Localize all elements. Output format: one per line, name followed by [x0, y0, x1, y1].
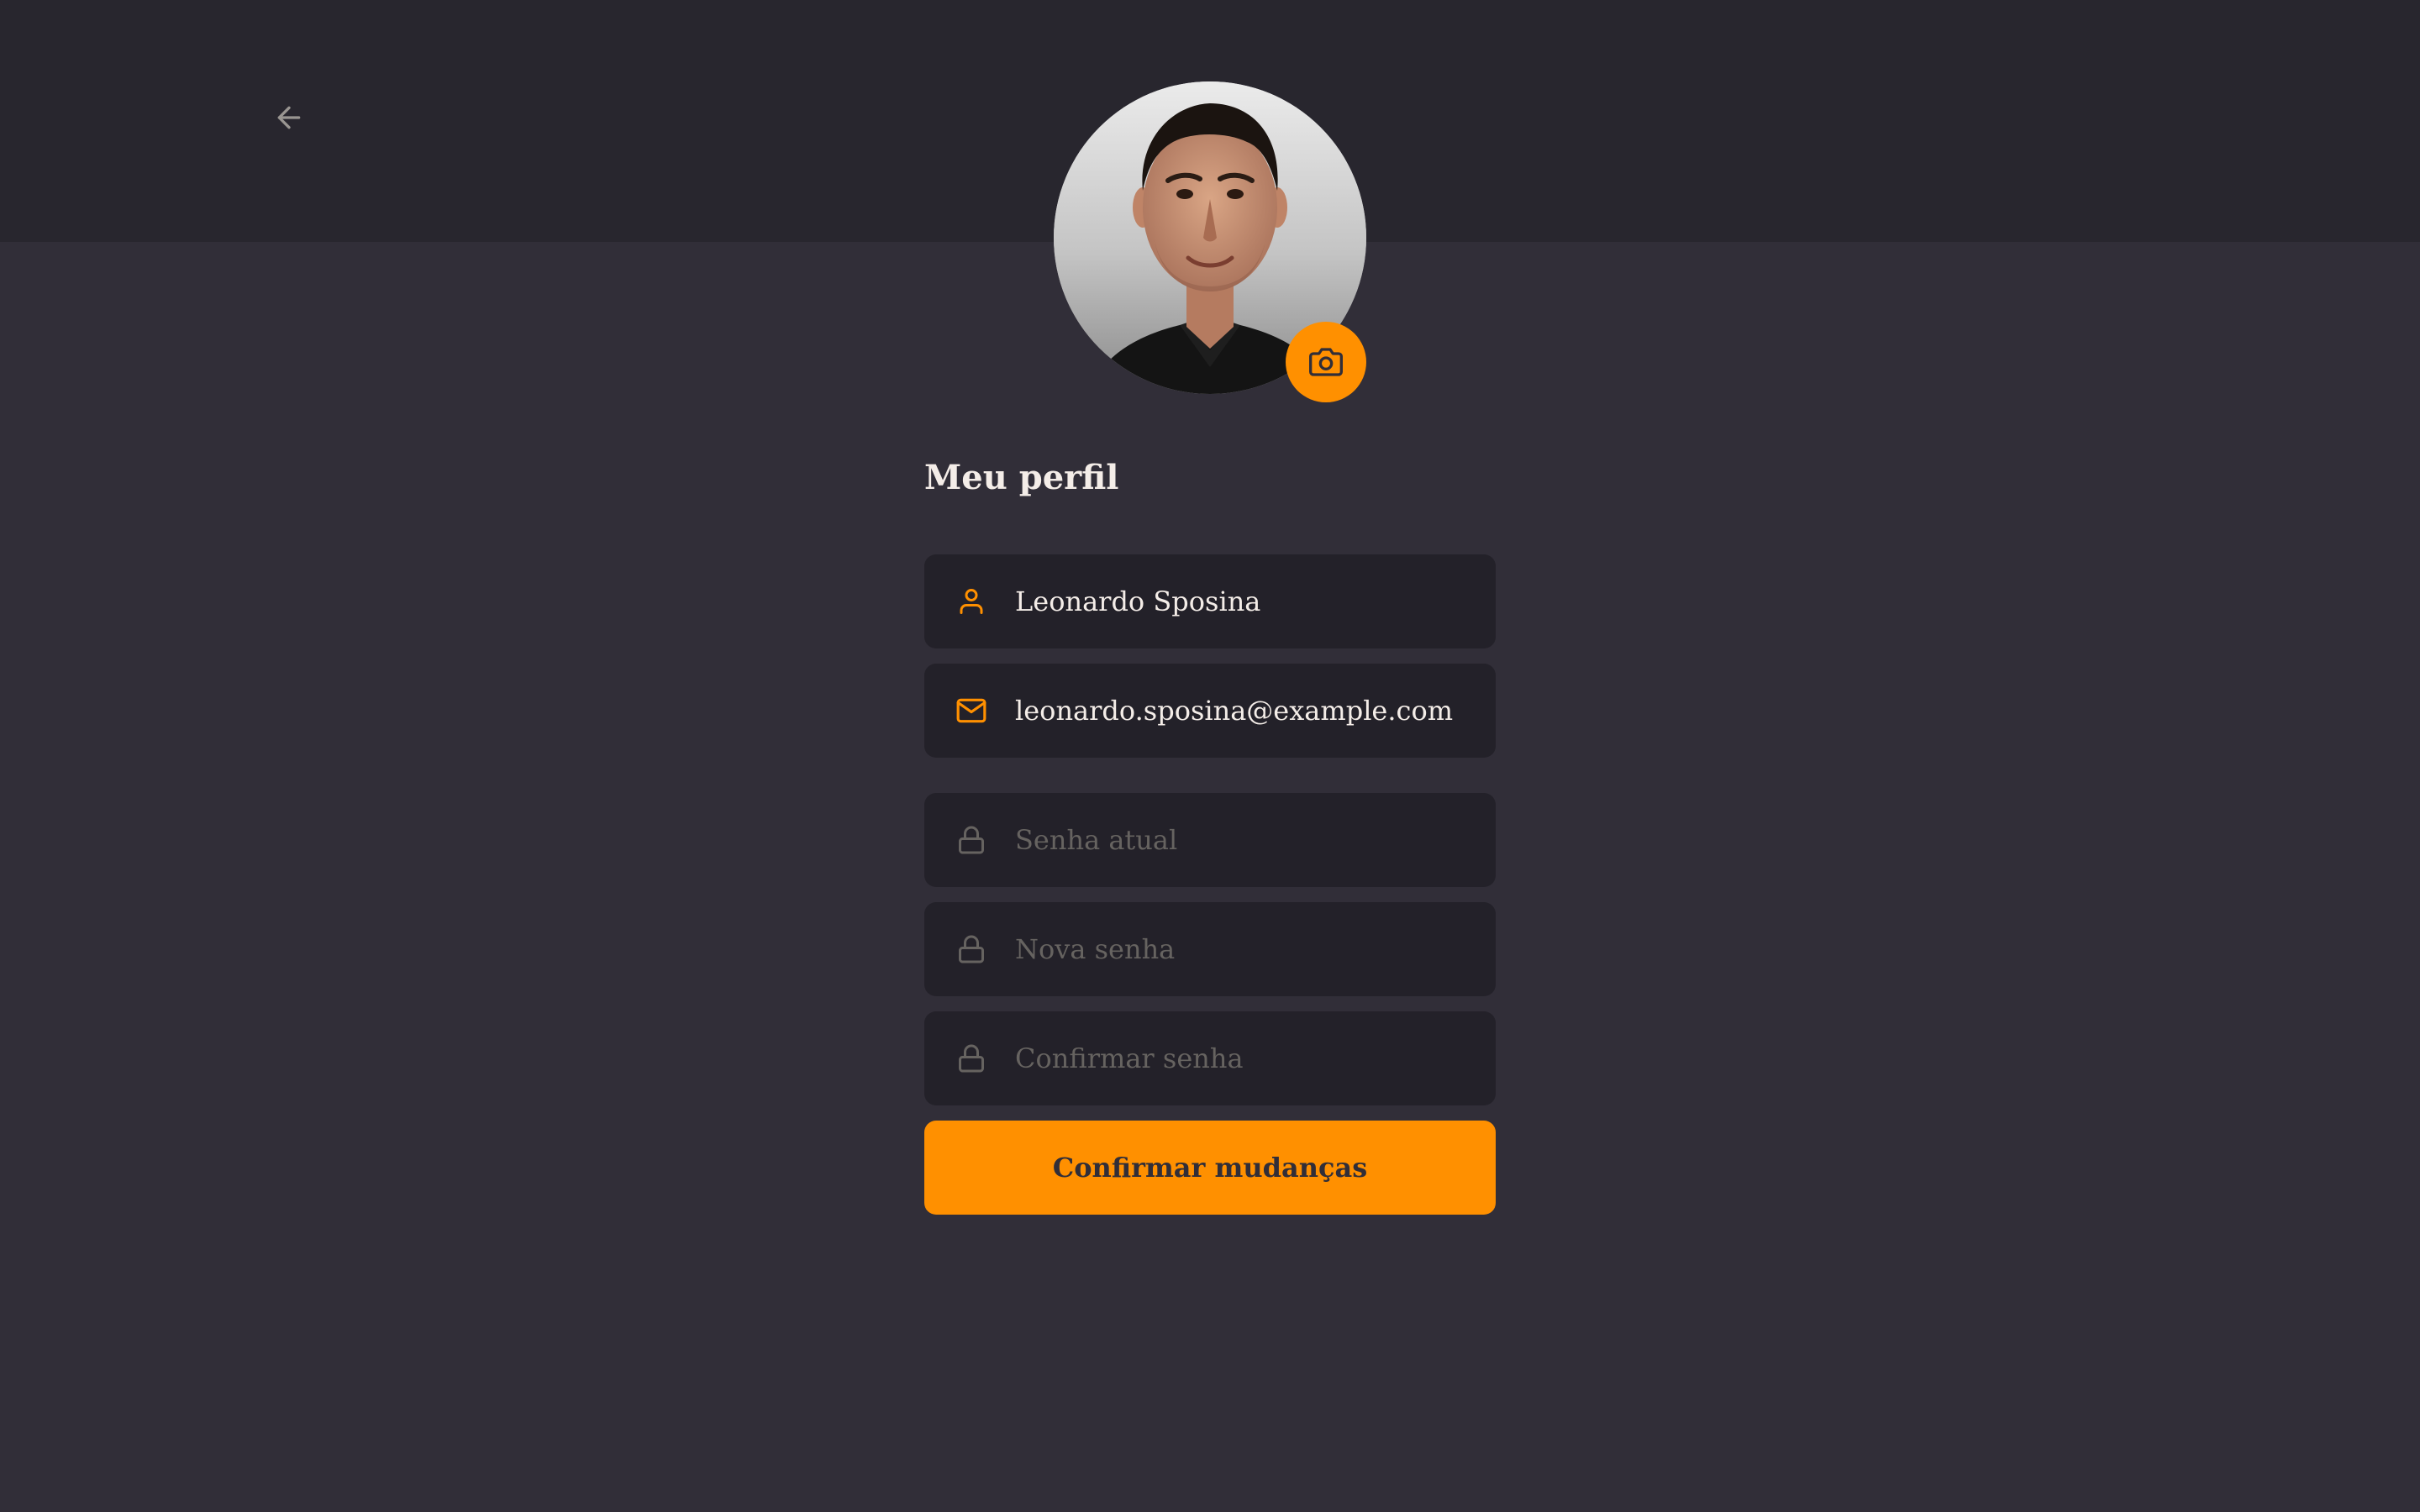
confirm-password-input[interactable] [1015, 1042, 1486, 1074]
lock-icon [955, 932, 988, 966]
lock-icon [955, 823, 988, 857]
confirm-password-field[interactable] [924, 1011, 1496, 1105]
confirm-changes-button[interactable]: Confirmar mudanças [924, 1121, 1496, 1215]
page-title: Meu perfil [924, 458, 1119, 497]
change-avatar-button[interactable] [1286, 322, 1366, 402]
mail-icon [955, 694, 988, 727]
new-password-field[interactable] [924, 902, 1496, 996]
email-input[interactable] [1015, 695, 1486, 727]
arrow-left-icon [277, 106, 301, 129]
old-password-input[interactable] [1015, 824, 1486, 856]
name-field[interactable] [924, 554, 1496, 648]
camera-icon [1309, 348, 1343, 376]
lock-icon [955, 1042, 988, 1075]
new-password-input[interactable] [1015, 933, 1486, 965]
avatar-container [1054, 81, 1366, 402]
back-button[interactable] [266, 94, 313, 141]
name-input[interactable] [1015, 585, 1486, 617]
profile-form: Meu perfil Leonardo Sposina leonardo.spo… [924, 454, 1496, 1215]
email-field[interactable] [924, 664, 1496, 758]
old-password-field[interactable] [924, 793, 1496, 887]
user-icon [955, 585, 988, 618]
